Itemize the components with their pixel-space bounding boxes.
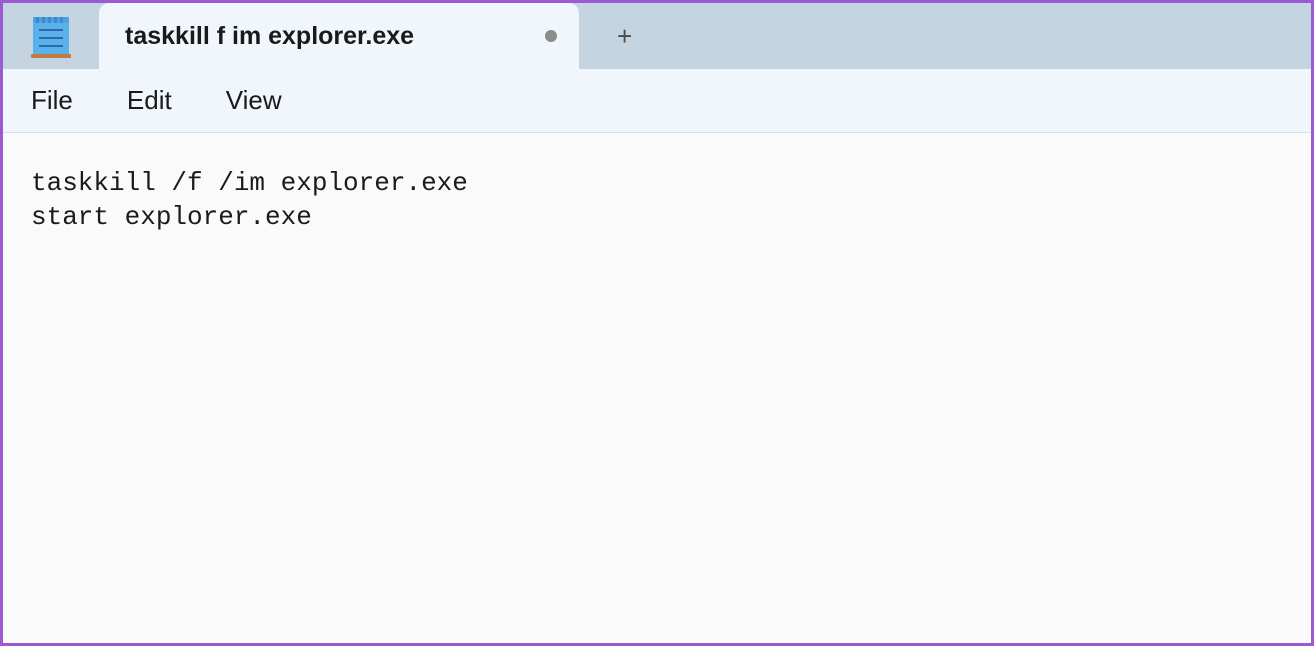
tab-title: taskkill f im explorer.exe xyxy=(125,22,515,51)
tab-modified-indicator-icon[interactable] xyxy=(545,30,557,42)
titlebar: taskkill f im explorer.exe + xyxy=(3,3,1311,69)
text-editor[interactable]: taskkill /f /im explorer.exe start explo… xyxy=(3,133,1311,643)
app-icon-container xyxy=(3,3,99,69)
menu-file[interactable]: File xyxy=(31,85,73,116)
menubar: File Edit View xyxy=(3,69,1311,133)
tab-active[interactable]: taskkill f im explorer.exe xyxy=(99,3,579,69)
new-tab-button[interactable]: + xyxy=(617,23,632,49)
notepad-icon xyxy=(33,17,69,55)
menu-view[interactable]: View xyxy=(226,85,282,116)
menu-edit[interactable]: Edit xyxy=(127,85,172,116)
new-tab-area: + xyxy=(579,3,632,69)
